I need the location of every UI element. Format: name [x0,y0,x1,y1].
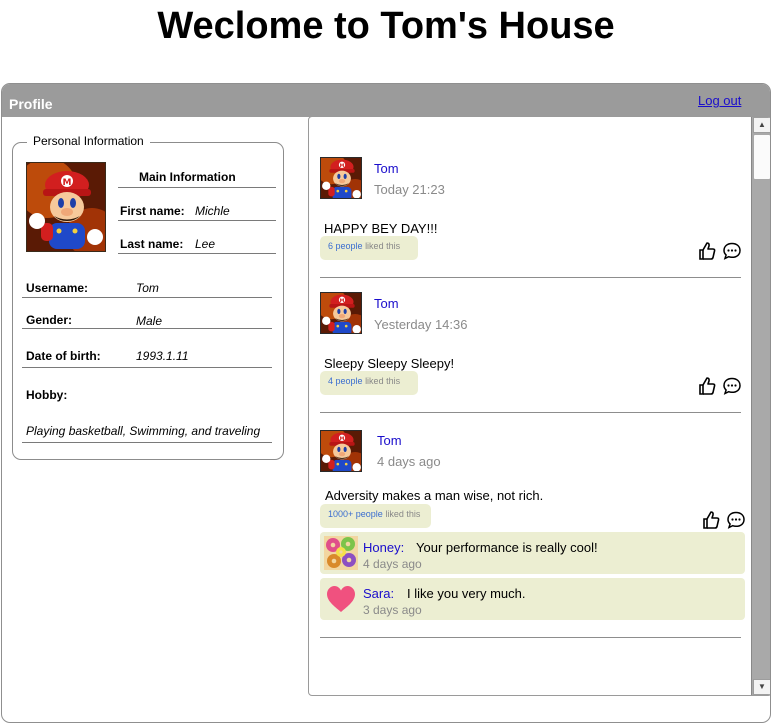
hobby-label: Hobby: [26,388,68,402]
post-author[interactable]: Tom [374,161,399,176]
donut-avatar-icon[interactable] [324,536,358,570]
thumbs-up-icon[interactable] [697,241,717,261]
logout-link[interactable]: Log out [698,93,741,108]
username-label: Username: [26,281,89,295]
comment-item: Sara: I like you very much. 3 days ago [320,578,745,620]
likes-bar[interactable]: 1000+ people liked this [320,504,431,528]
post-separator [320,277,741,278]
hobby-value: Playing basketball, Swimming, and travel… [26,424,261,438]
comment-item: Honey: Your performance is really cool! … [320,532,745,574]
scroll-down-arrow-icon[interactable]: ▼ [753,679,770,695]
likes-count[interactable]: 6 people [328,241,363,251]
post-time: 4 days ago [377,454,441,469]
comment-icon[interactable] [726,510,746,530]
thumbs-up-icon[interactable] [697,376,717,396]
comment-text: I like you very much. [407,586,526,601]
main-information-heading: Main Information [139,170,236,184]
post-time: Today 21:23 [374,182,445,197]
divider [22,367,272,368]
divider [118,253,276,254]
post-separator [320,412,741,413]
divider [22,328,272,329]
last-name-label: Last name: [120,237,184,251]
comment-author[interactable]: Honey: [363,540,404,555]
comment-icon[interactable] [722,376,742,396]
gender-value: Male [136,314,163,328]
thumbs-up-icon[interactable] [701,510,721,530]
first-name-value: Michle [195,204,230,218]
divider [118,187,276,188]
first-name-label: First name: [120,204,185,218]
likes-count[interactable]: 1000+ people [328,509,383,519]
post-text: Adversity makes a man wise, not rich. [325,488,544,503]
page-title: Weclome to Tom's House [157,5,615,47]
comment-time: 4 days ago [363,557,422,571]
post-separator [320,637,741,638]
date-of-birth-label: Date of birth: [26,349,101,363]
likes-suffix: liked this [385,509,421,519]
post-text: HAPPY BEY DAY!!! [324,221,438,236]
likes-count[interactable]: 4 people [328,376,363,386]
likes-bar[interactable]: 6 people liked this [320,236,418,260]
divider [22,442,272,443]
feed-panel[interactable]: Tom Today 21:23 HAPPY BEY DAY!!! 6 peopl… [308,116,770,696]
window-titlebar: Profile Log out [2,84,770,117]
profile-avatar [26,162,106,252]
gender-label: Gender: [26,313,73,327]
date-of-birth-value: 1993.1.11 [136,349,189,363]
profile-window: Profile Log out Personal Information Mai… [1,83,771,723]
comment-time: 3 days ago [363,603,422,617]
feed-scrollbar[interactable]: ▲ ▼ [751,117,770,695]
username-value: Tom [136,281,159,295]
scroll-up-arrow-icon[interactable]: ▲ [753,117,770,133]
post-avatar[interactable] [320,292,362,334]
post-avatar[interactable] [320,430,362,472]
comment-author[interactable]: Sara: [363,586,394,601]
divider [118,220,276,221]
window-title: Profile [9,96,53,112]
post-author[interactable]: Tom [377,433,402,448]
likes-suffix: liked this [365,376,401,386]
comment-text: Your performance is really cool! [416,540,598,555]
heart-icon[interactable] [326,585,356,613]
likes-suffix: liked this [365,241,401,251]
last-name-value: Lee [195,237,216,251]
post-author[interactable]: Tom [374,296,399,311]
post-avatar[interactable] [320,157,362,199]
scroll-thumb[interactable] [753,134,770,180]
personal-information-panel: Personal Information Main Information Fi… [12,134,284,460]
divider [22,297,272,298]
likes-bar[interactable]: 4 people liked this [320,371,418,395]
comment-icon[interactable] [722,241,742,261]
post-text: Sleepy Sleepy Sleepy! [324,356,455,371]
personal-information-legend: Personal Information [27,134,150,148]
post-time: Yesterday 14:36 [374,317,468,332]
